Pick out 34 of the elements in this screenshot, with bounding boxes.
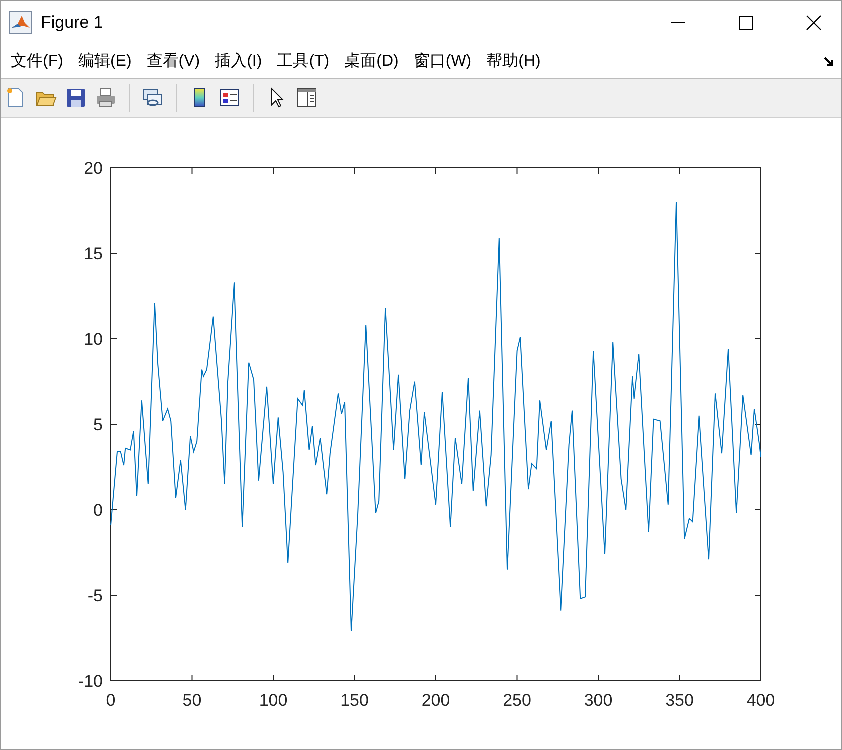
menu-item[interactable]: 窗口(W) bbox=[414, 50, 472, 74]
printer-icon[interactable] bbox=[95, 87, 117, 109]
x-tick-label: 150 bbox=[340, 691, 369, 710]
x-tick-label: 300 bbox=[584, 691, 613, 710]
menu-item[interactable]: 帮助(H) bbox=[486, 50, 541, 74]
y-tick-label: 20 bbox=[84, 159, 103, 178]
y-tick-label: 0 bbox=[94, 501, 103, 520]
menu-item[interactable]: 插入(I) bbox=[215, 50, 262, 74]
menu-item[interactable]: 编辑(E) bbox=[78, 50, 132, 74]
y-tick-label: 5 bbox=[94, 416, 103, 434]
y-tick-label: 15 bbox=[84, 244, 103, 264]
y-tick-label: -5 bbox=[88, 586, 103, 606]
property-panel-icon[interactable] bbox=[296, 87, 318, 109]
x-tick-label: 0 bbox=[106, 691, 116, 710]
window-title: Figure 1 bbox=[41, 12, 104, 34]
y-tick-label: -10 bbox=[78, 672, 103, 691]
x-tick-label: 50 bbox=[182, 691, 202, 710]
x-tick-label: 250 bbox=[503, 691, 532, 710]
dock-arrow-icon[interactable] bbox=[823, 56, 835, 68]
maximize-icon bbox=[739, 16, 753, 30]
menu-item[interactable]: 文件(F) bbox=[11, 50, 64, 74]
app-logo-icon bbox=[9, 11, 33, 35]
menu-item[interactable]: 查看(V) bbox=[146, 50, 200, 74]
close-icon bbox=[806, 15, 822, 31]
y-tick-label: 10 bbox=[84, 330, 103, 349]
x-tick-label: 350 bbox=[666, 691, 694, 710]
linked-windows-icon[interactable] bbox=[142, 87, 164, 109]
menu-item[interactable]: 工具(T) bbox=[277, 50, 330, 74]
legend-icon[interactable] bbox=[219, 87, 241, 109]
x-tick-label: 100 bbox=[259, 691, 288, 710]
x-tick-label: 400 bbox=[746, 691, 776, 710]
minimize-icon bbox=[671, 22, 685, 24]
x-tick-label: 200 bbox=[422, 691, 450, 710]
menu-item[interactable]: 桌面(D) bbox=[344, 50, 399, 74]
